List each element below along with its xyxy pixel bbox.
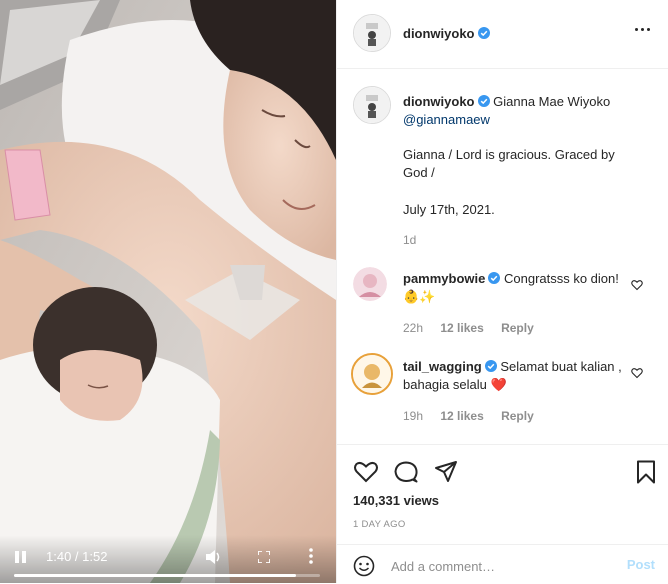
- smiley-icon[interactable]: [353, 555, 375, 577]
- comment-meta: 19h 12 likes Reply: [403, 409, 534, 423]
- video-progress-bar[interactable]: [14, 574, 320, 577]
- comment-likes[interactable]: 12 likes: [440, 321, 483, 335]
- caption: dionwiyoko Gianna Mae Wiyoko @giannamaew: [403, 93, 653, 129]
- video-more-options-icon[interactable]: [308, 547, 314, 565]
- comment-likes[interactable]: 12 likes: [440, 409, 483, 423]
- paper-plane-icon[interactable]: [433, 459, 459, 485]
- comment-age: 22h: [403, 321, 424, 335]
- comment-reply-button[interactable]: Reply: [501, 409, 534, 423]
- caption-author-username[interactable]: dionwiyoko: [403, 94, 475, 109]
- heart-icon[interactable]: [631, 367, 643, 379]
- caption-author-avatar[interactable]: [353, 86, 391, 124]
- caption-age: 1d: [403, 233, 417, 247]
- comment-item: tail_wagging Selamat buat kalian , bahag…: [403, 358, 633, 394]
- caption-mention-link[interactable]: @giannamaew: [403, 112, 490, 127]
- comment-avatar[interactable]: [351, 353, 393, 395]
- video-time: 1:40 / 1:52: [46, 549, 108, 564]
- add-comment-input[interactable]: [389, 554, 613, 578]
- more-dots-icon[interactable]: [635, 28, 651, 32]
- caption-date-line: July 17th, 2021.: [403, 202, 495, 217]
- comment-author[interactable]: tail_wagging: [403, 359, 482, 374]
- fullscreen-icon[interactable]: [258, 551, 270, 563]
- comment-bubble-icon[interactable]: [393, 459, 419, 485]
- add-comment-bar: Post: [337, 544, 668, 584]
- author-username[interactable]: dionwiyoko: [403, 26, 475, 41]
- views-count[interactable]: 140,331 views: [353, 493, 439, 508]
- video-controls: 1:40 / 1:52: [0, 535, 336, 583]
- post-header: dionwiyoko: [337, 0, 668, 69]
- heart-icon[interactable]: [353, 459, 379, 485]
- post-sidebar: dionwiyoko dionwiyoko Gianna Mae Wiyoko …: [336, 0, 668, 583]
- video-progress-fill: [14, 574, 296, 577]
- comment-item: pammybowie Congratsss ko dion! 👶✨: [403, 270, 633, 306]
- speaker-icon[interactable]: [205, 549, 223, 565]
- bookmark-icon[interactable]: [633, 459, 659, 485]
- comment-meta: 22h 12 likes Reply: [403, 321, 534, 335]
- verified-badge-icon: [488, 272, 501, 284]
- comment-author[interactable]: pammybowie: [403, 271, 485, 286]
- pause-icon[interactable]: [14, 551, 28, 565]
- post-date: 1 DAY AGO: [353, 519, 406, 530]
- verified-badge-icon: [477, 95, 490, 107]
- comment-age: 19h: [403, 409, 424, 423]
- verified-badge-icon: [484, 360, 497, 372]
- post-comment-button[interactable]: Post: [627, 557, 655, 572]
- video-frame-photo: [0, 0, 336, 583]
- caption-body: Gianna / Lord is gracious. Graced by God…: [403, 147, 615, 180]
- post-media-video[interactable]: 1:40 / 1:52: [0, 0, 336, 583]
- verified-badge-icon: [477, 27, 490, 39]
- caption-title: Gianna Mae Wiyoko: [493, 94, 611, 109]
- comment-reply-button[interactable]: Reply: [501, 321, 534, 335]
- heart-icon[interactable]: [631, 279, 643, 291]
- author-avatar[interactable]: [353, 14, 391, 52]
- post-actions: 140,331 views 1 DAY AGO: [337, 444, 668, 545]
- comment-avatar[interactable]: [353, 267, 387, 301]
